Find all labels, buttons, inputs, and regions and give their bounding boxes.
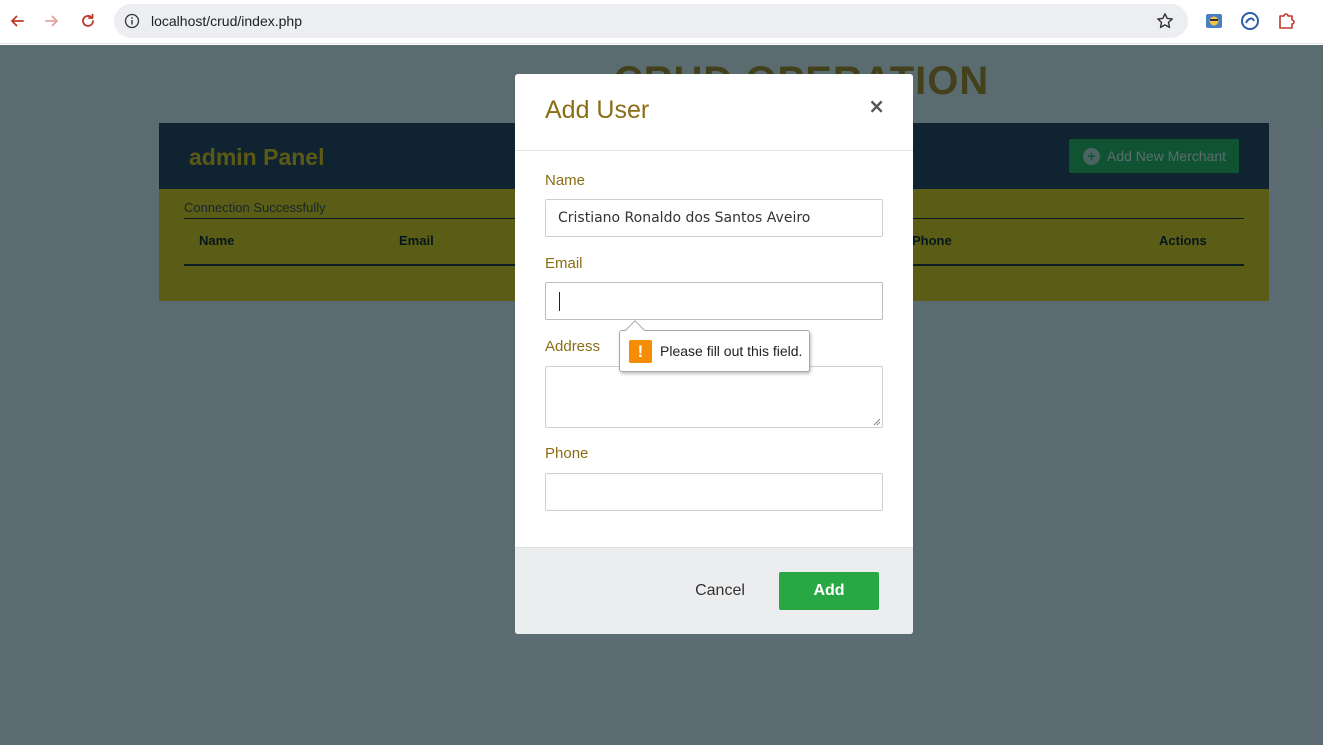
add-button[interactable]: Add	[779, 572, 879, 610]
modal-divider	[515, 150, 913, 151]
validation-message: Please fill out this field.	[660, 343, 803, 359]
cancel-button[interactable]: Cancel	[683, 572, 757, 610]
email-field[interactable]	[545, 282, 883, 320]
phone-field[interactable]	[545, 473, 883, 511]
name-label: Name	[545, 172, 586, 189]
name-field[interactable]: Cristiano Ronaldo dos Santos Aveiro	[545, 199, 883, 237]
address-field[interactable]	[545, 366, 883, 428]
site-info-icon[interactable]	[122, 11, 142, 31]
phone-label: Phone	[545, 445, 589, 462]
modal-title: Add User	[545, 96, 650, 124]
email-label: Email	[545, 255, 583, 272]
extension-icon[interactable]	[1203, 10, 1225, 32]
close-icon[interactable]: ×	[868, 94, 885, 118]
address-bar[interactable]: localhost/crud/index.php	[114, 4, 1188, 38]
back-arrow-icon[interactable]	[6, 10, 28, 32]
reload-icon[interactable]	[77, 10, 99, 32]
address-label: Address	[545, 338, 601, 355]
warning-icon: !	[629, 340, 652, 363]
url-text: localhost/crud/index.php	[151, 13, 302, 29]
modal-footer: Cancel Add	[515, 547, 913, 634]
extension-edge-icon[interactable]	[1239, 10, 1261, 32]
text-caret	[559, 292, 560, 311]
bookmark-star-icon[interactable]	[1156, 12, 1174, 30]
browser-toolbar: localhost/crud/index.php	[0, 0, 1323, 44]
forward-arrow-icon[interactable]	[41, 10, 63, 32]
extensions-puzzle-icon[interactable]	[1276, 10, 1298, 32]
validation-tooltip: ! Please fill out this field.	[619, 320, 810, 372]
resize-handle-icon[interactable]	[872, 417, 881, 426]
